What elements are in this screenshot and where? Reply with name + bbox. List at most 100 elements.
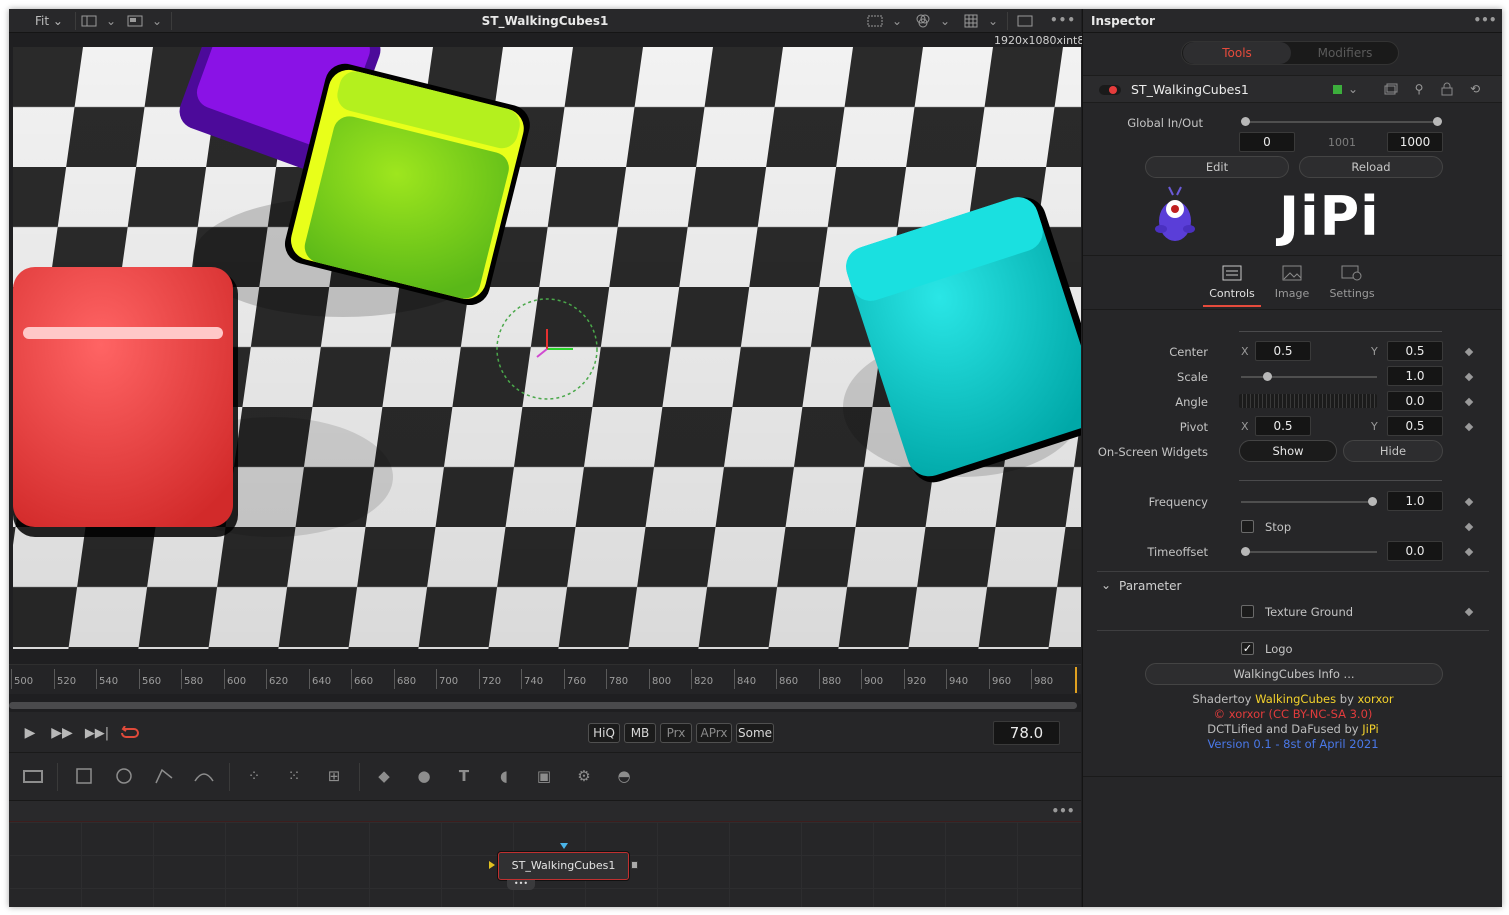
angle-thumbwheel[interactable] (1239, 394, 1377, 408)
credit-title[interactable]: WalkingCubes (1255, 692, 1336, 706)
keyframe-icon[interactable] (1464, 522, 1474, 532)
loop-icon[interactable] (119, 723, 141, 743)
node-input-icon[interactable] (560, 843, 568, 849)
pivot-x-field[interactable]: 0.5 (1255, 416, 1311, 436)
parameter-section[interactable]: Parameter (1119, 579, 1181, 593)
particle-emitter-icon[interactable]: ⁘ (241, 763, 267, 789)
timeoffset-knob[interactable] (1241, 547, 1250, 556)
renderer3d-icon[interactable]: ⚙ (571, 763, 597, 789)
scale-field[interactable]: 1.0 (1387, 366, 1443, 386)
lock-icon[interactable] (1439, 81, 1455, 97)
keyframe-icon[interactable] (1464, 422, 1474, 432)
reload-button[interactable]: Reload (1299, 156, 1443, 178)
hiq-button[interactable]: HiQ (588, 723, 620, 743)
tab-image[interactable]: Image (1263, 287, 1321, 300)
range-end-knob[interactable] (1433, 117, 1442, 126)
color-channels-icon[interactable] (915, 13, 931, 29)
edit-button[interactable]: Edit (1145, 156, 1289, 178)
play-icon[interactable]: ▶ (21, 723, 39, 743)
node-handle-icon[interactable]: ••• (507, 880, 535, 890)
keyframe-icon[interactable] (1464, 397, 1474, 407)
tab-tools[interactable]: Tools (1183, 42, 1291, 64)
timeline-scrollbar[interactable] (9, 702, 1077, 709)
global-range-slider[interactable] (1241, 117, 1442, 126)
more-icon[interactable]: ••• (1474, 11, 1497, 29)
credit-jipi[interactable]: JiPi (1362, 722, 1378, 736)
versions-icon[interactable] (1383, 81, 1399, 97)
color-swatch[interactable] (1333, 85, 1342, 94)
enable-icon[interactable] (1109, 86, 1117, 94)
timeoffset-slider[interactable] (1241, 547, 1377, 556)
mb-button[interactable]: MB (624, 723, 656, 743)
time-ruler[interactable]: 500 520 540 560 580 600 620 640 660 680 … (9, 664, 1081, 694)
some-button[interactable]: Some (736, 723, 774, 743)
more-icon[interactable]: ••• (1050, 11, 1075, 29)
logo-checkbox[interactable]: ✓ (1241, 642, 1254, 655)
current-frame-field[interactable]: 78.0 (993, 721, 1060, 745)
spotlight-icon[interactable]: ◓ (611, 763, 637, 789)
skip-end-icon[interactable]: ▶▶| (85, 723, 109, 743)
image-tab-icon[interactable] (1281, 263, 1303, 283)
timeoffset-field[interactable]: 0.0 (1387, 541, 1443, 561)
grid-icon[interactable] (963, 13, 979, 29)
controls-tab-icon[interactable] (1221, 263, 1243, 283)
tab-modifiers[interactable]: Modifiers (1291, 42, 1399, 64)
reset-icon[interactable]: ⟲ (1467, 81, 1483, 97)
scale-slider[interactable] (1241, 372, 1377, 381)
chevron-down-icon[interactable]: ⌄ (891, 13, 903, 29)
viewer-canvas[interactable] (13, 47, 1081, 649)
rectangle-mask-icon[interactable] (71, 763, 97, 789)
keyframe-icon[interactable] (1464, 547, 1474, 557)
credit-version[interactable]: Version 0.1 - 8st of April 2021 (1083, 737, 1502, 751)
scale-knob[interactable] (1263, 372, 1272, 381)
text3d-icon[interactable]: T (451, 763, 477, 789)
frequency-field[interactable]: 1.0 (1387, 491, 1443, 511)
texture-ground-checkbox[interactable] (1241, 605, 1254, 618)
playhead[interactable] (1075, 667, 1077, 693)
aprx-button[interactable]: APrx (696, 723, 732, 743)
chevron-down-icon[interactable]: ⌄ (1347, 80, 1359, 98)
angle-field[interactable]: 0.0 (1387, 391, 1443, 411)
tab-controls[interactable]: Controls (1203, 287, 1261, 300)
show-button[interactable]: Show (1239, 440, 1337, 462)
pivot-y-field[interactable]: 0.5 (1387, 416, 1443, 436)
credit-license[interactable]: © xorxor (CC BY-NC-SA 3.0) (1083, 707, 1502, 721)
global-out-field[interactable]: 1000 (1387, 132, 1443, 152)
node-st-walkingcubes[interactable]: ST_WalkingCubes1 (498, 852, 629, 880)
bspline-mask-icon[interactable] (191, 763, 217, 789)
global-in-field[interactable]: 0 (1239, 132, 1295, 152)
background-tool-icon[interactable] (20, 763, 46, 789)
center-y-field[interactable]: 0.5 (1387, 341, 1443, 361)
node-input-arrow-icon[interactable] (489, 861, 495, 869)
frequency-knob[interactable] (1368, 497, 1377, 506)
chevron-down-icon[interactable]: ⌄ (987, 13, 999, 29)
chevron-down-icon[interactable]: ⌄ (1099, 577, 1113, 593)
stop-checkbox[interactable] (1241, 520, 1254, 533)
shape3d-icon[interactable]: ● (411, 763, 437, 789)
chevron-down-icon[interactable]: ⌄ (939, 13, 951, 29)
keyframe-icon[interactable] (1464, 497, 1474, 507)
ellipse-mask-icon[interactable] (111, 763, 137, 789)
roi-icon[interactable] (867, 13, 883, 29)
single-view-icon[interactable] (1017, 13, 1033, 29)
keyframe-icon[interactable] (1464, 372, 1474, 382)
tab-settings[interactable]: Settings (1323, 287, 1381, 300)
hide-button[interactable]: Hide (1343, 440, 1443, 462)
merge3d-icon[interactable]: ◖ (491, 763, 517, 789)
pin-icon[interactable]: ⚲ (1411, 81, 1427, 97)
keyframe-icon[interactable] (1464, 607, 1474, 617)
polygon-mask-icon[interactable] (151, 763, 177, 789)
center-x-field[interactable]: 0.5 (1255, 341, 1311, 361)
keyframe-icon[interactable] (1464, 347, 1474, 357)
settings-tab-icon[interactable] (1341, 263, 1363, 283)
more-icon[interactable]: ••• (1052, 802, 1075, 820)
fast-forward-icon[interactable]: ▶▶ (51, 723, 73, 743)
camera3d-icon[interactable]: ▣ (531, 763, 557, 789)
image-plane-icon[interactable]: ◆ (371, 763, 397, 789)
node-output-icon[interactable] (631, 861, 638, 869)
particle-render-icon[interactable]: ⁙ (281, 763, 307, 789)
frequency-slider[interactable] (1241, 497, 1377, 506)
particle-grid-icon[interactable]: ⊞ (321, 763, 347, 789)
range-start-knob[interactable] (1241, 117, 1250, 126)
credit-author[interactable]: xorxor (1358, 692, 1394, 706)
